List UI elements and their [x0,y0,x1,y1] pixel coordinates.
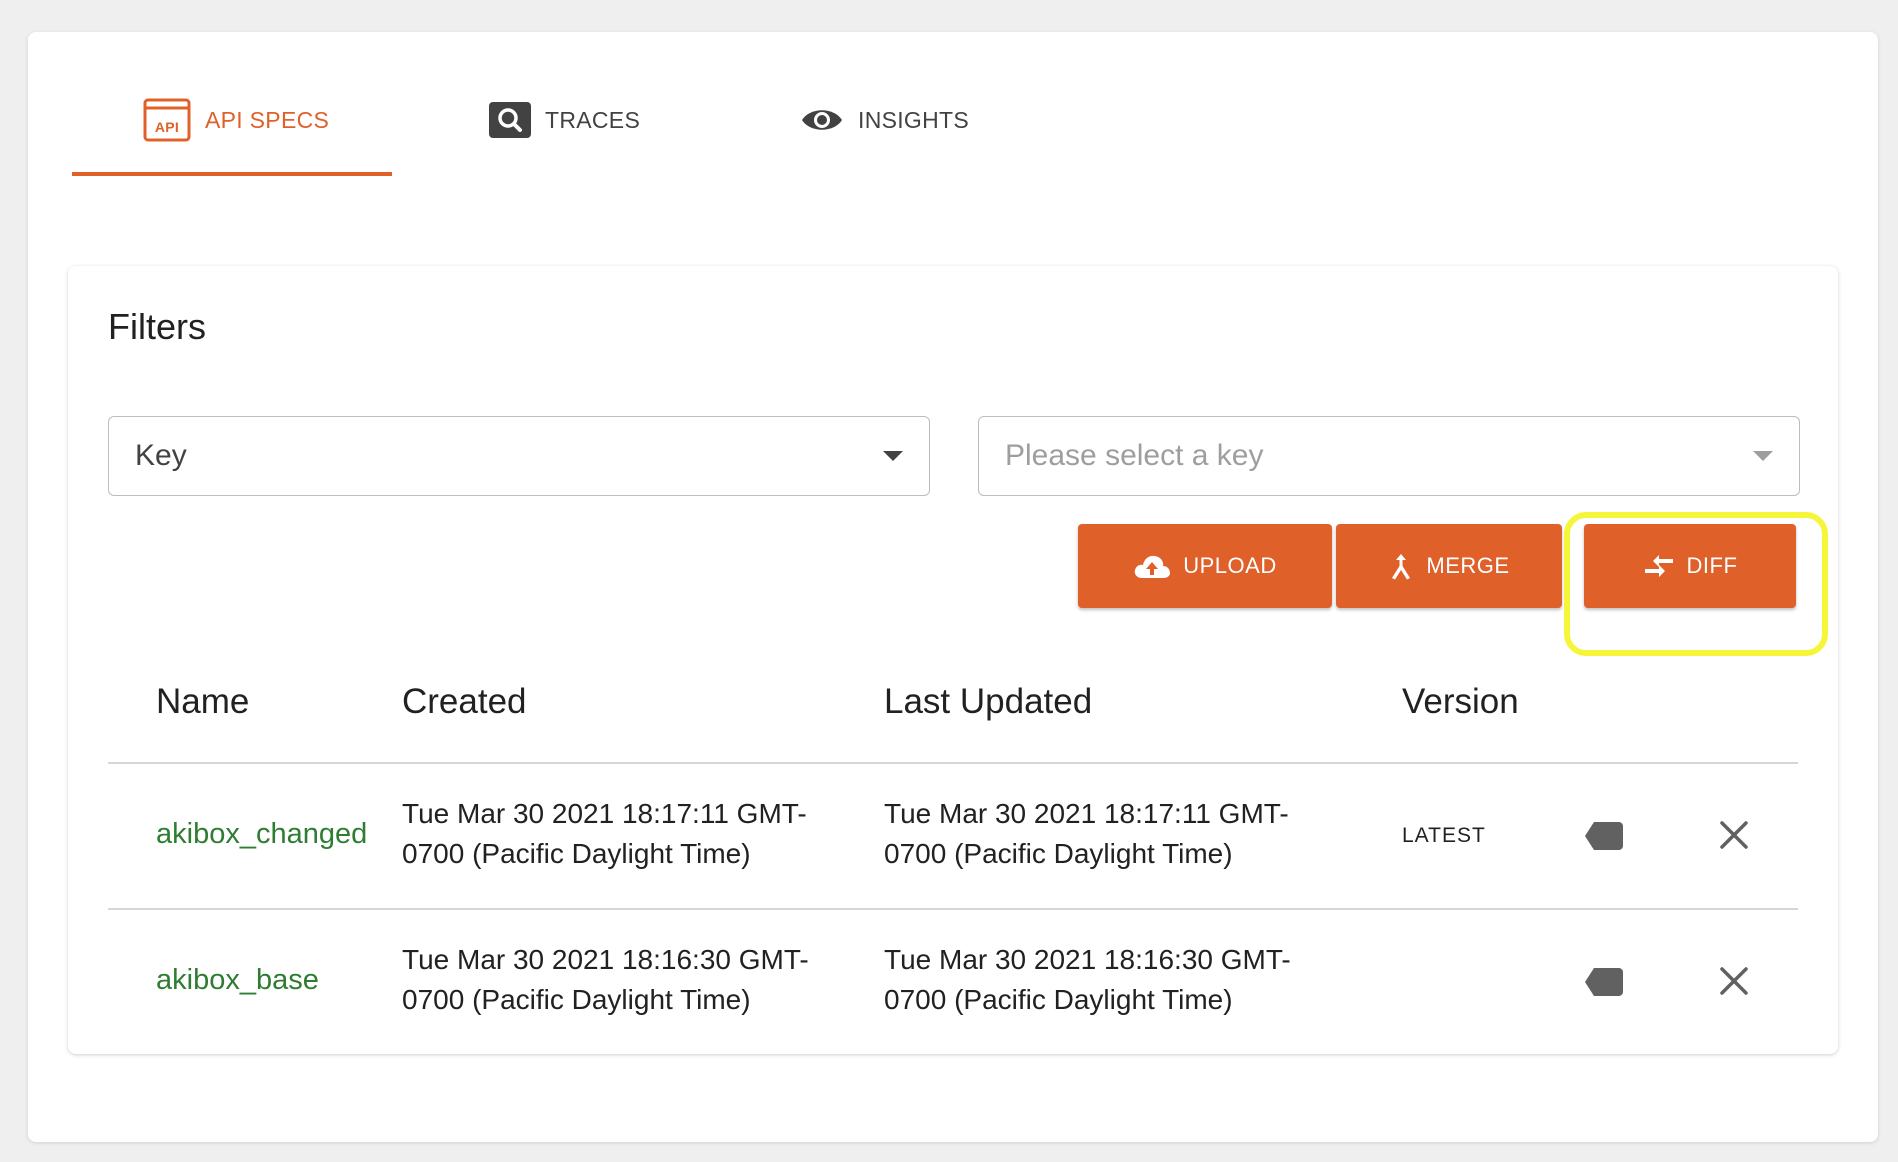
tab-insights[interactable]: INSIGHTS [800,72,969,168]
diff-button[interactable]: DIFF [1584,524,1796,608]
tab-traces[interactable]: TRACES [489,72,640,168]
key-select-value: Key [135,439,187,472]
tab-insights-label: INSIGHTS [858,106,970,133]
upload-button-label: UPLOAD [1183,553,1277,578]
version-badge: LATEST [1402,824,1486,847]
created-line-1: Tue Mar 30 2021 18:17:11 GMT- [402,798,807,829]
column-header-version: Version [1402,682,1519,721]
tab-traces-label: TRACES [545,106,641,133]
key-select[interactable]: Key [108,416,930,496]
api-icon: API [143,98,191,142]
created-line-2: 0700 (Pacific Daylight Time) [402,984,751,1015]
spec-name-link[interactable]: akibox_changed [156,818,367,851]
spec-name-link[interactable]: akibox_base [156,964,319,997]
merge-icon [1388,552,1414,580]
column-header-created: Created [402,682,527,721]
value-select-placeholder: Please select a key [1005,439,1264,472]
updated-line-2: 0700 (Pacific Daylight Time) [884,984,1233,1015]
updated-cell: Tue Mar 30 2021 18:17:11 GMT- 0700 (Paci… [884,794,1289,874]
tag-icon[interactable] [1584,821,1624,856]
svg-text:API: API [155,119,179,135]
diff-button-label: DIFF [1686,553,1738,578]
merge-button[interactable]: MERGE [1336,524,1562,608]
cloud-upload-icon [1133,553,1171,579]
updated-line-1: Tue Mar 30 2021 18:16:30 GMT- [884,944,1291,975]
column-header-name: Name [156,682,250,721]
updated-line-1: Tue Mar 30 2021 18:17:11 GMT- [884,798,1289,829]
delete-icon[interactable] [1718,819,1750,856]
api-specs-panel: Filters Key Please select a key UPLOAD M… [68,266,1838,1054]
merge-button-label: MERGE [1426,553,1510,578]
main-card: API API SPECS TRACES INSIGHTS Filters Ke… [28,32,1878,1142]
tab-api-specs-label: API SPECS [205,106,330,133]
chevron-down-icon [1753,451,1773,461]
updated-cell: Tue Mar 30 2021 18:16:30 GMT- 0700 (Paci… [884,940,1291,1020]
compare-arrows-icon [1643,554,1675,578]
delete-icon[interactable] [1718,965,1750,1002]
value-select[interactable]: Please select a key [978,416,1800,496]
column-header-last-updated: Last Updated [884,682,1093,721]
updated-line-2: 0700 (Pacific Daylight Time) [884,838,1233,869]
tag-icon[interactable] [1584,967,1624,1002]
chevron-down-icon [883,451,903,461]
search-icon [489,102,531,138]
header-divider [108,762,1798,764]
upload-button[interactable]: UPLOAD [1078,524,1332,608]
created-line-2: 0700 (Pacific Daylight Time) [402,838,751,869]
created-cell: Tue Mar 30 2021 18:17:11 GMT- 0700 (Paci… [402,794,807,874]
eye-icon [800,105,844,135]
tab-api-specs[interactable]: API API SPECS [143,72,329,168]
created-line-1: Tue Mar 30 2021 18:16:30 GMT- [402,944,809,975]
filters-title: Filters [108,306,206,347]
active-tab-indicator [72,172,392,176]
created-cell: Tue Mar 30 2021 18:16:30 GMT- 0700 (Paci… [402,940,809,1020]
row-divider [108,908,1798,910]
